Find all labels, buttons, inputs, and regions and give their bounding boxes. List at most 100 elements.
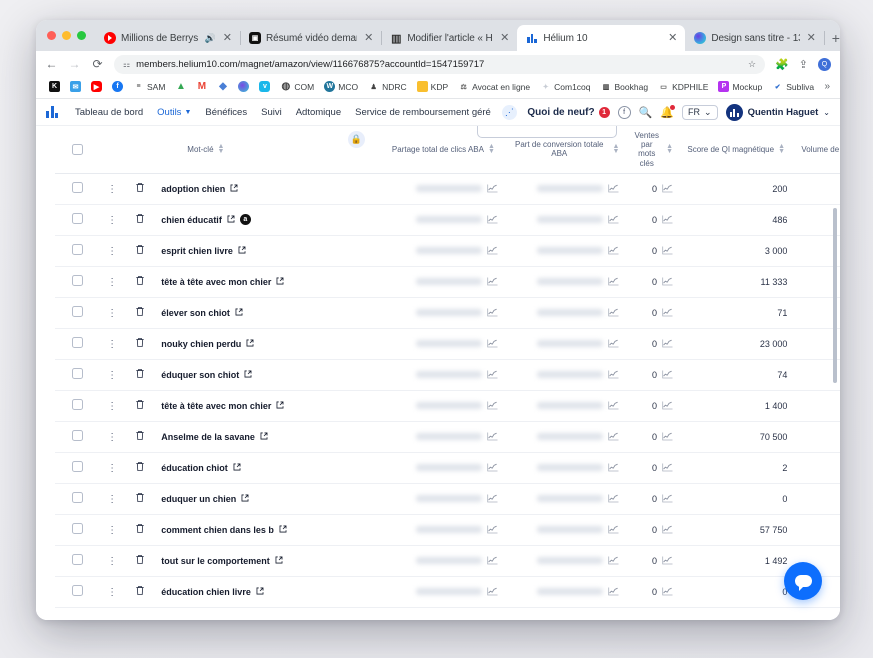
close-tab-icon[interactable]: ✕ [805,32,818,44]
bookmark-item-kdphile[interactable]: ▭ KDPHILE [653,81,713,92]
kebab-menu-icon[interactable]: ⋮ [107,246,117,257]
row-checkbox[interactable] [71,306,83,318]
browser-tab-3-active[interactable]: Hélium 10 ✕ [517,25,686,51]
cell-checkbox[interactable] [55,328,100,360]
table-row[interactable]: ⋮nouky chien perdu023 000161-9%↓ [55,328,840,360]
header-keyword[interactable]: Mot-clé ▲ ▼ [155,126,383,174]
kebab-menu-icon[interactable]: ⋮ [107,463,117,474]
bookmark-item-com1coq[interactable]: ✦ Com1coq [535,81,595,92]
cell-delete[interactable] [124,204,156,236]
cell-row-menu[interactable]: ⋮ [99,390,125,422]
row-checkbox[interactable] [71,244,83,256]
header-search-volume[interactable]: Volume de recherche ▲▼ [793,126,840,174]
kebab-menu-icon[interactable]: ⋮ [107,308,117,319]
external-link-icon[interactable] [238,246,246,256]
table-row[interactable]: ⋮éducation chiot022021%↑ [55,452,840,484]
row-checkbox[interactable] [71,430,83,442]
cell-delete[interactable] [124,173,156,205]
trash-icon[interactable] [135,306,145,320]
table-row[interactable]: ⋮Anselme de la savane070 500141-24%↓ [55,421,840,453]
cell-row-menu[interactable]: ⋮ [99,421,125,453]
table-row[interactable]: ⋮éducation chien livre00-- [55,576,840,608]
kebab-menu-icon[interactable]: ⋮ [107,277,117,288]
user-menu[interactable]: Quentin Haguet ⌄ [725,103,830,121]
cell-delete[interactable] [124,328,156,360]
cell-row-menu[interactable]: ⋮ [99,266,125,298]
cell-row-menu[interactable]: ⋮ [99,235,125,267]
search-input[interactable] [477,126,617,138]
cell-checkbox[interactable] [55,390,100,422]
bookmark-item[interactable]: ▶ [86,81,107,92]
close-tab-icon[interactable]: ✕ [666,32,679,44]
bell-icon[interactable]: 🔔 [660,104,676,119]
header-magnet-iq[interactable]: Score de QI magnétique ▲ ▼ [679,126,794,174]
bookmark-item-bookhag[interactable]: ▥ Bookhag [596,81,654,92]
cell-checkbox[interactable] [55,204,100,236]
nav-item-tools[interactable]: Outils ▼ [150,107,198,118]
external-link-icon[interactable] [227,215,235,225]
external-link-icon[interactable] [233,463,241,473]
address-bar[interactable]: ⚏ members.helium10.com/magnet/amazon/vie… [114,54,766,74]
cell-checkbox[interactable] [55,452,100,484]
bookmark-item[interactable]: f [107,81,128,92]
external-link-icon[interactable] [230,184,238,194]
table-row[interactable]: ⋮tout sur le comportement01 49291-37%↓ [55,545,840,577]
share-nodes-icon[interactable]: ⋰ [501,104,517,120]
helium10-logo[interactable] [46,106,60,118]
cell-row-menu[interactable]: ⋮ [99,297,125,329]
row-checkbox[interactable] [71,368,83,380]
external-link-icon[interactable] [275,556,283,566]
minimize-window-button[interactable] [62,31,71,40]
bookmark-item[interactable]: ◆ [212,81,233,92]
cell-delete[interactable] [124,452,156,484]
cell-checkbox[interactable] [55,266,100,298]
row-checkbox[interactable] [71,492,83,504]
row-checkbox[interactable] [71,523,83,535]
trash-icon[interactable] [135,461,145,475]
search-plus-icon[interactable]: 🔍 [639,106,653,119]
cell-delete[interactable] [124,266,156,298]
window-traffic-lights[interactable] [44,20,95,51]
select-all-checkbox[interactable] [71,143,83,155]
browser-tab-0[interactable]: Millions de Berrys – Y 🔊 ✕ [95,25,241,51]
close-tab-icon[interactable]: ✕ [362,32,375,44]
trash-icon[interactable] [135,554,145,568]
nav-item-benefits[interactable]: Bénéfices [198,107,254,118]
bookmark-item[interactable]: K [44,81,65,92]
row-checkbox[interactable] [71,182,83,194]
cell-delete[interactable] [124,576,156,608]
cell-checkbox[interactable] [55,483,100,515]
bookmark-item[interactable]: ▲ [170,81,191,92]
bookmark-item-mockup[interactable]: P Mockup [713,81,767,92]
trash-icon[interactable] [135,275,145,289]
row-checkbox[interactable] [71,213,83,225]
row-checkbox[interactable] [71,399,83,411]
kebab-menu-icon[interactable]: ⋮ [107,525,117,536]
bookmarks-overflow-button[interactable]: » [824,81,832,92]
external-link-icon[interactable] [276,401,284,411]
kebab-menu-icon[interactable]: ⋮ [107,215,117,226]
mute-tab-icon[interactable]: 🔊 [205,33,216,44]
table-row[interactable]: ⋮esprit chien livre03 00021925%↑ [55,235,840,267]
sort-arrows-icon[interactable]: ▲ ▼ [612,143,619,155]
row-checkbox[interactable] [71,337,83,349]
trash-icon[interactable] [135,368,145,382]
kebab-menu-icon[interactable]: ⋮ [107,432,117,443]
kebab-menu-icon[interactable]: ⋮ [107,494,117,505]
trash-icon[interactable] [135,430,145,444]
cell-delete[interactable] [124,545,156,577]
whats-new-button[interactable]: Quoi de neuf? 1 [527,106,610,118]
cell-checkbox[interactable] [55,576,100,608]
table-row[interactable]: ⋮adoption chien02002006%↑ [55,173,840,205]
bookmark-item-mco[interactable]: W MCO [319,81,363,92]
external-link-icon[interactable] [256,587,264,597]
kebab-menu-icon[interactable]: ⋮ [107,339,117,350]
table-row[interactable]: ⋮éduquer son chiot07443-15%↓ [55,359,840,391]
row-checkbox[interactable] [71,275,83,287]
cell-row-menu[interactable]: ⋮ [99,328,125,360]
cell-row-menu[interactable]: ⋮ [99,452,125,484]
external-link-icon[interactable] [235,308,243,318]
trash-icon[interactable] [135,585,145,599]
trash-icon[interactable] [135,213,145,227]
header-select-all[interactable] [55,126,100,174]
